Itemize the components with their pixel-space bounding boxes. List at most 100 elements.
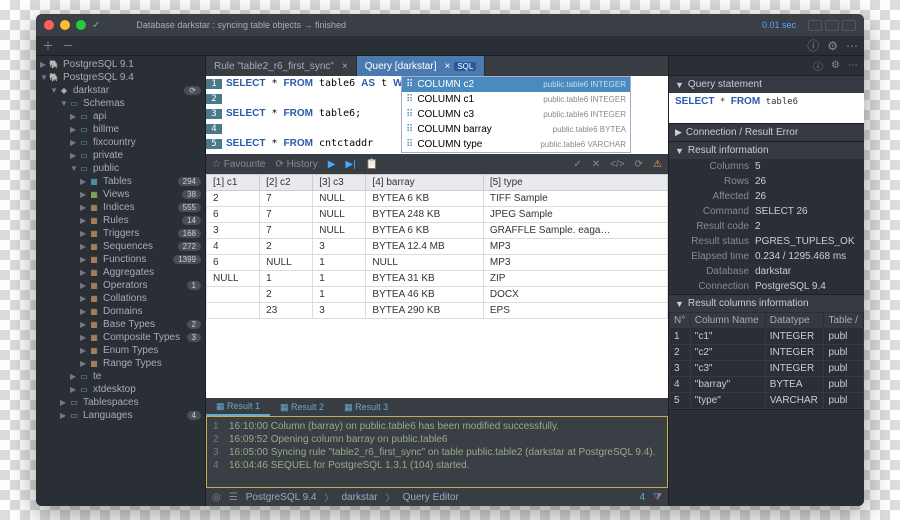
result-row[interactable]: 6NULL1NULLMP3 <box>207 255 668 271</box>
query-statement-header[interactable]: ▼ Query statement <box>669 76 864 93</box>
tree-item[interactable]: ▶▦Tables294 <box>36 175 205 188</box>
tree-item[interactable]: ▶▦Base Types2 <box>36 318 205 331</box>
tree-item[interactable]: ▶▭billme <box>36 123 205 136</box>
tree-item[interactable]: ▼◆darkstar⟳ <box>36 84 205 97</box>
column-info-row[interactable]: 4"barray"BYTEApubl <box>670 377 864 393</box>
inspector-gear-icon[interactable]: ⚙ <box>831 60 840 71</box>
layout-button-1[interactable] <box>808 20 822 31</box>
info-row: ConnectionPostgreSQL 9.4 <box>669 279 864 294</box>
query-statement-text: SELECT * FROM table6 <box>669 93 864 123</box>
log-line: 216:09:52 Opening column barray on publi… <box>213 433 661 446</box>
target-icon[interactable]: ◎ <box>212 492 221 503</box>
editor-tabs: Rule "table2_r6_first_sync"×Query [darks… <box>206 56 668 76</box>
commit-icon[interactable]: ✓ <box>573 159 581 170</box>
titlebar: ✓ Database darkstar : syncing table obje… <box>36 14 864 36</box>
tree-item[interactable]: ▶▦Triggers168 <box>36 227 205 240</box>
tree-item[interactable]: ▶▦Sequences272 <box>36 240 205 253</box>
tree-item[interactable]: ▶▦Operators1 <box>36 279 205 292</box>
minus-icon[interactable]: － <box>62 37 74 54</box>
tree-item[interactable]: ▶▦Indices555 <box>36 201 205 214</box>
tree-item[interactable]: ▶▭Languages4 <box>36 409 205 422</box>
app-window: ✓ Database darkstar : syncing table obje… <box>36 14 864 506</box>
refresh-icon[interactable]: ⟳ <box>635 159 643 170</box>
editor-toolbar: ☆ Favourite ⟳ History ▶ ▶| 📋 ✓ ✕ </> ⟳ ⚠ <box>206 154 668 174</box>
column-info-row[interactable]: 2"c2"INTEGERpubl <box>670 345 864 361</box>
tree-item[interactable]: ▶▦Range Types <box>36 357 205 370</box>
history-button[interactable]: ⟳ History <box>275 159 317 170</box>
result-row[interactable]: 37NULLBYTEA 6 KBGRAFFLE Sample. eaga… <box>207 223 668 239</box>
autocomplete-item[interactable]: ⠿COLUMN c2public.table6 INTEGER <box>402 77 630 92</box>
code-icon[interactable]: </> <box>610 159 624 170</box>
check-icon: ✓ <box>92 20 100 31</box>
connection-error-header[interactable]: ▶ Connection / Result Error <box>669 124 864 141</box>
inspector-info-icon[interactable]: ⓘ <box>813 58 823 73</box>
favourite-button[interactable]: ☆ Favourite <box>212 159 265 170</box>
result-info-header[interactable]: ▼ Result information <box>669 142 864 159</box>
result-tab[interactable]: ▦ Result 1 <box>206 398 270 416</box>
inspector-panel: ⓘ ⚙ ⋯ ▼ Query statement SELECT * FROM ta… <box>668 56 864 506</box>
editor-tab[interactable]: Query [darkstar]×SQL <box>357 56 486 76</box>
result-tab[interactable]: ▦ Result 3 <box>334 398 398 416</box>
column-info-row[interactable]: 3"c3"INTEGERpubl <box>670 361 864 377</box>
list-icon[interactable]: ☰ <box>229 492 238 503</box>
tree-item[interactable]: ▼▭Schemas <box>36 97 205 110</box>
run-icon[interactable]: ▶ <box>328 159 336 170</box>
autocomplete-item[interactable]: ⠿COLUMN c3public.table6 INTEGER <box>402 107 630 122</box>
tree-item[interactable]: ▶▭api <box>36 110 205 123</box>
explain-icon[interactable]: 📋 <box>366 159 378 170</box>
result-row[interactable]: 67NULLBYTEA 248 KBJPEG Sample <box>207 207 668 223</box>
tree-item[interactable]: ▶🐘PostgreSQL 9.1 <box>36 58 205 71</box>
filter-icon[interactable]: ⧩ <box>653 492 662 503</box>
info-icon[interactable]: ⓘ <box>807 37 819 54</box>
sidebar: ▶🐘PostgreSQL 9.1▼🐘PostgreSQL 9.4▼◆darkst… <box>36 56 206 506</box>
cancel-icon[interactable]: ✕ <box>592 159 600 170</box>
result-row[interactable]: 233BYTEA 290 KBEPS <box>207 303 668 319</box>
warning-icon[interactable]: ⚠ <box>653 159 662 170</box>
tree-item[interactable]: ▶▭xtdesktop <box>36 383 205 396</box>
log-line: 416:04:46 SEQUEL for PostgreSQL 1.3.1 (1… <box>213 459 661 472</box>
close-window-button[interactable] <box>44 20 54 30</box>
breadcrumb-bar: ◎ ☰ PostgreSQL 9.4〉 darkstar〉 Query Edit… <box>206 488 668 506</box>
autocomplete-item[interactable]: ⠿COLUMN typepublic.table6 VARCHAR <box>402 137 630 152</box>
tree-item[interactable]: ▶▦Domains <box>36 305 205 318</box>
result-row[interactable]: 27NULLBYTEA 6 KBTIFF Sample <box>207 191 668 207</box>
results-grid[interactable]: [1] c1[2] c2[3] c3[4] barray[5] type27NU… <box>206 174 668 398</box>
tree-item[interactable]: ▶▦Enum Types <box>36 344 205 357</box>
tree-item[interactable]: ▼▭public <box>36 162 205 175</box>
zoom-window-button[interactable] <box>76 20 86 30</box>
autocomplete-item[interactable]: ⠿COLUMN c1public.table6 INTEGER <box>402 92 630 107</box>
breadcrumb-server[interactable]: PostgreSQL 9.4 <box>246 492 317 503</box>
tree-item[interactable]: ▶▭fixcountry <box>36 136 205 149</box>
editor-tab[interactable]: Rule "table2_r6_first_sync"× <box>206 56 357 76</box>
result-tab[interactable]: ▦ Result 2 <box>270 398 334 416</box>
result-row[interactable]: 423BYTEA 12.4 MBMP3 <box>207 239 668 255</box>
more-icon[interactable]: ⋯ <box>846 39 858 53</box>
tree-item[interactable]: ▶▦Collations <box>36 292 205 305</box>
result-row[interactable]: 21BYTEA 46 KBDOCX <box>207 287 668 303</box>
breadcrumb-editor[interactable]: Query Editor <box>403 492 459 503</box>
tree-item[interactable]: ▶▭private <box>36 149 205 162</box>
minimize-window-button[interactable] <box>60 20 70 30</box>
tree-item[interactable]: ▶▭Tablespaces <box>36 396 205 409</box>
tree-item[interactable]: ▶▦Functions1399 <box>36 253 205 266</box>
tree-item[interactable]: ▶▭te <box>36 370 205 383</box>
inspector-more-icon[interactable]: ⋯ <box>848 60 858 71</box>
add-icon[interactable]: ＋ <box>42 37 54 54</box>
layout-button-3[interactable] <box>842 20 856 31</box>
layout-button-2[interactable] <box>825 20 839 31</box>
tree-item[interactable]: ▶▦Views38 <box>36 188 205 201</box>
gear-icon[interactable]: ⚙ <box>827 39 838 53</box>
tree-item[interactable]: ▼🐘PostgreSQL 9.4 <box>36 71 205 84</box>
column-info-row[interactable]: 1"c1"INTEGERpubl <box>670 329 864 345</box>
run-step-icon[interactable]: ▶| <box>345 159 355 170</box>
column-info-row[interactable]: 5"type"VARCHARpubl <box>670 393 864 409</box>
sql-editor[interactable]: 1SELECT * FROM table6 AS t WHERE t. = 'E… <box>206 76 668 154</box>
result-row[interactable]: NULL11BYTEA 31 KBZIP <box>207 271 668 287</box>
tree-item[interactable]: ▶▦Rules14 <box>36 214 205 227</box>
autocomplete-item[interactable]: ⠿COLUMN barraypublic.table6 BYTEA <box>402 122 630 137</box>
breadcrumb-db[interactable]: darkstar <box>342 492 378 503</box>
info-row: Rows26 <box>669 174 864 189</box>
result-columns-header[interactable]: ▼ Result columns information <box>669 295 864 312</box>
tree-item[interactable]: ▶▦Aggregates <box>36 266 205 279</box>
tree-item[interactable]: ▶▦Composite Types3 <box>36 331 205 344</box>
